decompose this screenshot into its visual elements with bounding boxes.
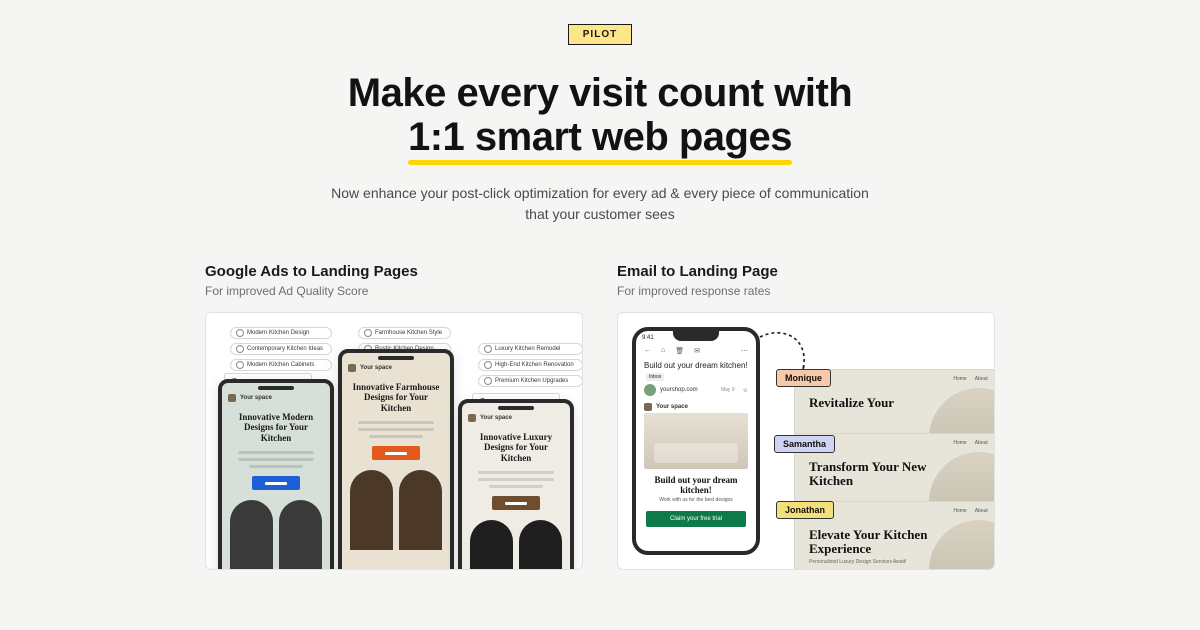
landing-cta	[492, 496, 540, 510]
landing-headline: Innovative Luxury Designs for Your Kitch…	[462, 426, 570, 471]
landing-nav: HomeAboutContact	[953, 440, 995, 446]
email-date: May 9	[721, 387, 735, 393]
pilot-badge: PILOT	[568, 24, 632, 45]
panel-a-canvas: Modern Kitchen Design Contemporary Kitch…	[205, 312, 583, 570]
landing-cta	[252, 476, 300, 490]
panel-b-canvas: 9:41 ←⌂🗑✉⋯ Build out your dream kitchen!…	[617, 312, 995, 570]
phone-brand: Your space	[480, 415, 512, 421]
email-toolbar: ←⌂🗑✉⋯	[636, 345, 756, 357]
phone-time: 9:41	[642, 335, 654, 341]
landing-phone-2: Your space Innovative Farmhouse Designs …	[338, 349, 454, 570]
landing-nav: HomeAboutContact	[953, 508, 995, 514]
landing-headline: Innovative Farmhouse Designs for Your Ki…	[342, 376, 450, 421]
search-chip: Modern Kitchen Cabinets	[230, 359, 332, 371]
persona-tag: Monique	[776, 369, 831, 387]
panel-b-title: Email to Landing Page	[617, 263, 995, 280]
landing-headline: Revitalize Your	[809, 396, 929, 410]
email-subhead: Work with us for the best designs	[636, 497, 756, 503]
phone-brand: Your space	[240, 395, 272, 401]
panel-a-title: Google Ads to Landing Pages	[205, 263, 583, 280]
hero-title-line1: Make every visit count with	[348, 71, 852, 115]
panel-email: Email to Landing Page For improved respo…	[617, 263, 995, 570]
landing-cta	[372, 446, 420, 460]
hero-title-line2: 1:1 smart web pages	[408, 115, 792, 159]
email-sender: yourshop.com	[660, 387, 698, 393]
panel-a-sub: For improved Ad Quality Score	[205, 284, 583, 298]
search-chip: Contemporary Kitchen Ideas	[230, 343, 332, 355]
email-from: yourshop.com May 9 ☆	[636, 380, 756, 400]
email-cta-button: Claim your free trial	[646, 511, 746, 527]
email-headline: Build out your dream kitchen!	[636, 469, 756, 497]
landing-headline: Transform Your New Kitchen	[809, 460, 929, 487]
search-chip: Premium Kitchen Upgrades	[478, 375, 583, 387]
landing-headline: Elevate Your Kitchen Experience	[809, 528, 929, 555]
search-chip: High-End Kitchen Renovation	[478, 359, 583, 371]
hero-subtitle: Now enhance your post-click optimization…	[320, 183, 880, 225]
email-brand: Your space	[656, 404, 688, 410]
panel-b-sub: For improved response rates	[617, 284, 995, 298]
search-chip: Modern Kitchen Design	[230, 327, 332, 339]
email-hero-image	[644, 413, 748, 469]
persona-tag: Samantha	[774, 435, 835, 453]
landing-phone-1: Your space Innovative Modern Designs for…	[218, 379, 334, 570]
email-subject: Build out your dream kitchen! Inbox	[636, 357, 756, 380]
persona-tag: Jonathan	[776, 501, 834, 519]
landing-headline: Innovative Modern Designs for Your Kitch…	[222, 406, 330, 451]
email-phone: 9:41 ←⌂🗑✉⋯ Build out your dream kitchen!…	[632, 327, 760, 555]
hero-title: Make every visit count with 1:1 smart we…	[348, 71, 852, 159]
landing-nav: HomeAboutContact	[953, 376, 995, 382]
email-subject-text: Build out your dream kitchen!	[644, 361, 748, 370]
search-chip: Farmhouse Kitchen Style	[358, 327, 451, 339]
inbox-label: Inbox	[646, 373, 664, 381]
landing-phone-3: Your space Innovative Luxury Designs for…	[458, 399, 574, 570]
panel-google-ads: Google Ads to Landing Pages For improved…	[205, 263, 583, 570]
phone-brand: Your space	[360, 365, 392, 371]
search-chip: Luxury Kitchen Remodel	[478, 343, 583, 355]
